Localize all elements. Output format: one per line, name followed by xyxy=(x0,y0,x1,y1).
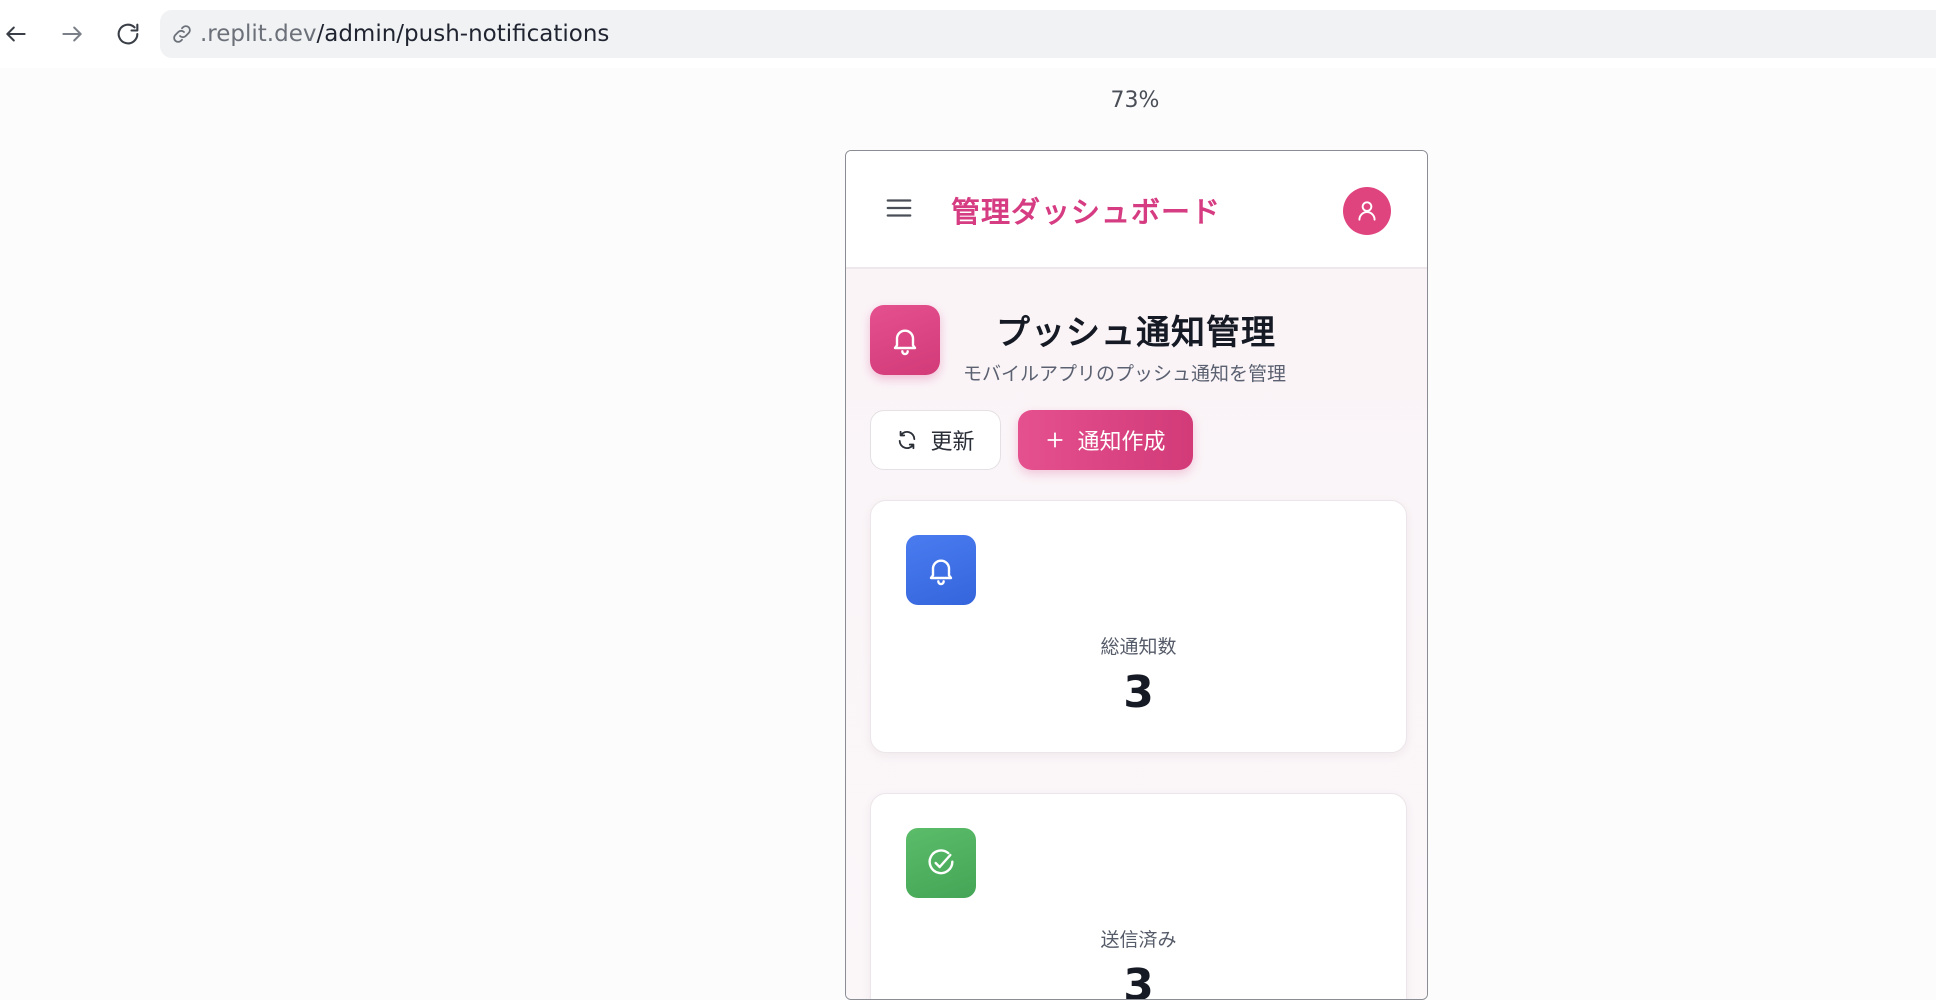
stat-label: 総通知数 xyxy=(1100,636,1177,658)
stat-icon-container xyxy=(906,828,976,898)
menu-button[interactable] xyxy=(882,191,916,225)
check-circle-icon xyxy=(928,849,954,875)
bell-icon xyxy=(893,329,917,356)
plus-icon xyxy=(1047,432,1064,448)
hamburger-menu-icon xyxy=(886,199,912,217)
create-notification-label: 通知作成 xyxy=(1077,430,1166,455)
app-title: 管理ダッシュボード xyxy=(951,195,1222,229)
reload-button[interactable] xyxy=(108,14,148,54)
forward-button[interactable] xyxy=(52,14,92,54)
arrow-left-icon xyxy=(6,26,26,42)
page-content: プッシュ通知管理 モバイルアプリのプッシュ通知を管理 更新 通知作成 総通知数 … xyxy=(846,269,1427,1000)
stat-label: 送信済み xyxy=(1100,929,1177,951)
zoom-level: 73% xyxy=(1110,88,1160,113)
bell-icon xyxy=(929,559,953,586)
refresh-button[interactable]: 更新 xyxy=(870,410,1001,470)
create-notification-button[interactable]: 通知作成 xyxy=(1018,410,1193,470)
refresh-icon xyxy=(899,430,916,450)
user-avatar-button[interactable] xyxy=(1343,187,1391,235)
stat-card-sent: 送信済み 3 xyxy=(870,793,1407,1000)
address-bar[interactable]: .replit.dev/admin/push-notifications xyxy=(160,10,1936,58)
refresh-button-label: 更新 xyxy=(930,430,975,455)
user-icon xyxy=(1358,201,1376,221)
stat-value: 3 xyxy=(1123,667,1154,718)
url-path: /admin/push-notifications xyxy=(316,21,610,47)
page-header-icon xyxy=(870,305,940,375)
stat-card-total: 総通知数 3 xyxy=(870,500,1407,753)
stat-icon-container xyxy=(906,535,976,605)
browser-toolbar: .replit.dev/admin/push-notifications xyxy=(0,0,1936,68)
reload-icon xyxy=(117,23,139,45)
page-title: プッシュ通知管理 xyxy=(996,313,1276,353)
link-icon xyxy=(173,25,191,43)
app-header: 管理ダッシュボード xyxy=(846,151,1427,269)
back-button[interactable] xyxy=(0,14,36,54)
stat-value: 3 xyxy=(1123,960,1154,1000)
mobile-viewport: 管理ダッシュボード プッシュ通知管理 モバイルアプリのプッシュ通知を管理 更新 … xyxy=(845,150,1428,1000)
page-subtitle: モバイルアプリのプッシュ通知を管理 xyxy=(963,363,1287,385)
url-host: .replit.dev xyxy=(200,21,317,47)
arrow-right-icon xyxy=(62,26,82,42)
